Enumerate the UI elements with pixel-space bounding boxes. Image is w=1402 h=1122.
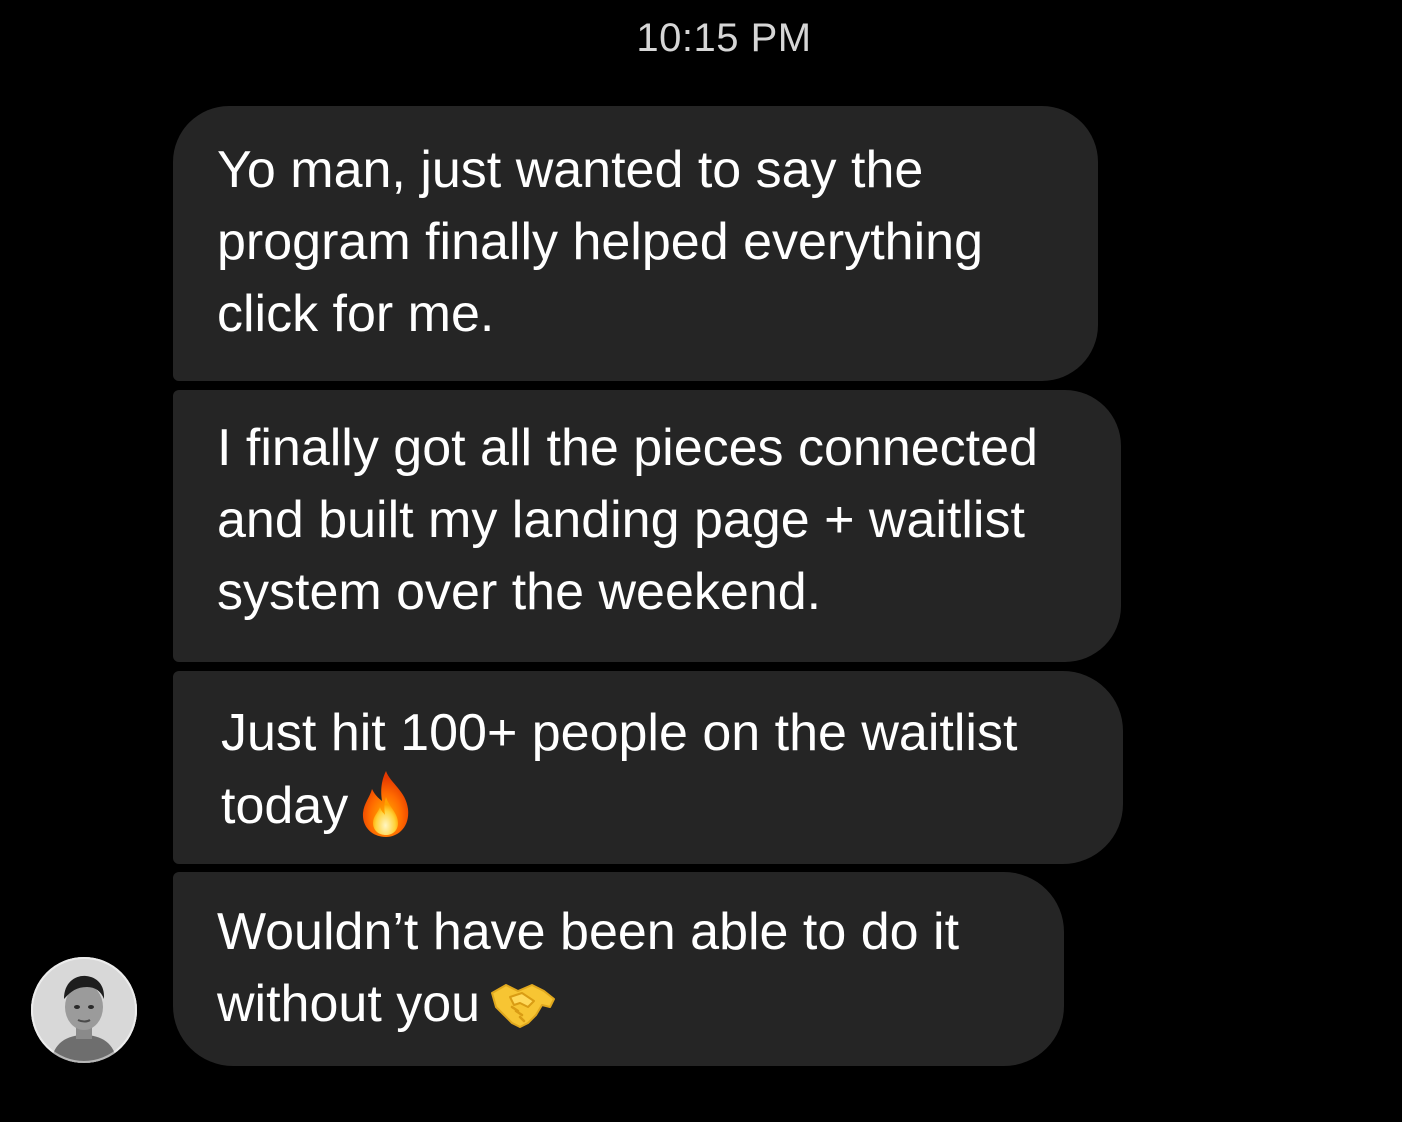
fire-icon	[363, 771, 409, 837]
message-text-line: Wouldn’t have been able to do it	[217, 903, 960, 961]
message-text-line-with-emoji: today	[221, 769, 1079, 842]
message-text-line: today	[221, 777, 349, 835]
message-bubble[interactable]: I finally got all the pieces connected a…	[173, 390, 1121, 662]
message-bubble[interactable]: Just hit 100+ people on the waitlist tod…	[173, 671, 1123, 864]
avatar[interactable]	[31, 957, 137, 1063]
message-text-line: program finally helped everything	[217, 213, 983, 271]
message-text-line: and built my landing page + waitlist	[217, 491, 1025, 549]
message-text-line: Just hit 100+ people on the waitlist	[221, 704, 1018, 762]
message-bubble[interactable]: Wouldn’t have been able to do it without…	[173, 872, 1064, 1066]
message-bubble[interactable]: Yo man, just wanted to say the program f…	[173, 106, 1098, 381]
message-timestamp: 10:15 PM	[636, 16, 812, 60]
message-text-line: Yo man, just wanted to say the	[217, 141, 924, 199]
message-text-line: I finally got all the pieces connected	[217, 419, 1038, 477]
handshake-icon	[491, 984, 556, 1028]
message-text-line: click for me.	[217, 285, 495, 343]
message-text-line: system over the weekend.	[217, 563, 822, 621]
avatar-photo	[31, 957, 137, 1063]
message-text-line-with-emoji: without you	[217, 968, 1020, 1040]
message-text-line: without you	[217, 975, 481, 1033]
